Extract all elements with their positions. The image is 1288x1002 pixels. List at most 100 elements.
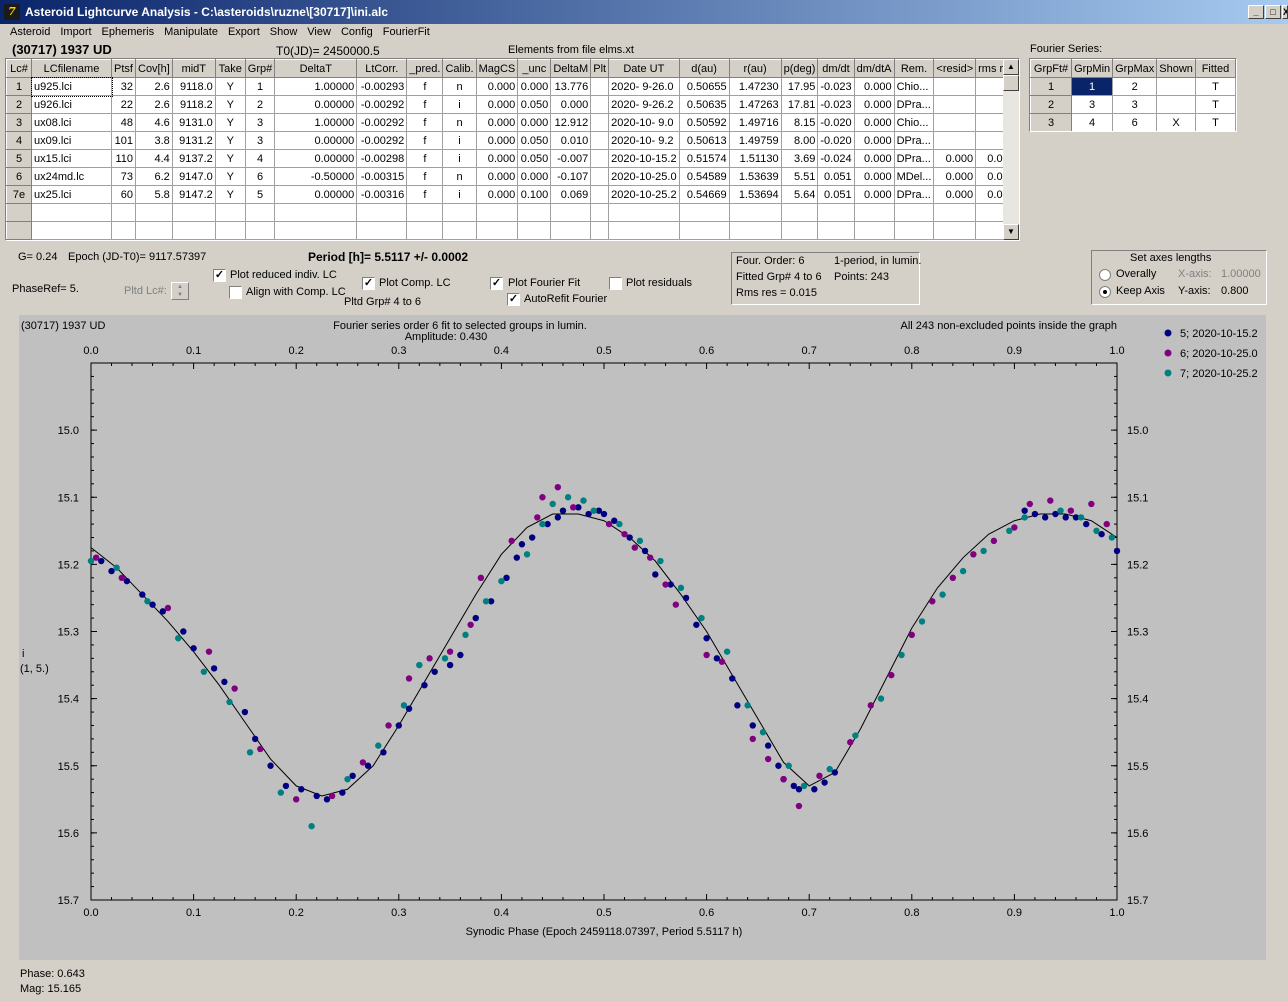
row-header[interactable]: 1 xyxy=(1030,77,1073,96)
table-cell[interactable] xyxy=(31,203,112,222)
row-header[interactable]: 3 xyxy=(1030,113,1073,131)
table-cell[interactable]: 0.000 xyxy=(853,185,895,204)
table-cell[interactable] xyxy=(933,113,977,132)
fourier-col-header[interactable]: Shown xyxy=(1156,59,1196,78)
table-cell[interactable]: 0.000 xyxy=(853,113,895,132)
table-cell[interactable]: 5.8 xyxy=(135,185,173,204)
table-cell[interactable]: 9131.0 xyxy=(171,113,216,132)
table-cell[interactable] xyxy=(853,203,895,222)
table-cell[interactable]: 0.000 xyxy=(475,185,519,204)
table-cell[interactable]: 110 xyxy=(111,149,136,168)
table-cell[interactable] xyxy=(933,77,977,96)
table-cell[interactable]: 0.000 xyxy=(475,77,519,96)
table-cell[interactable] xyxy=(442,203,477,222)
plot-reduced-checkbox[interactable]: ✓ xyxy=(213,269,226,282)
table-cell[interactable]: 73 xyxy=(111,167,136,186)
table-cell[interactable]: 17.95 xyxy=(780,77,819,96)
lc-col-header[interactable]: p(deg) xyxy=(780,59,819,78)
table-cell[interactable]: 9147.0 xyxy=(171,167,216,186)
table-cell[interactable] xyxy=(608,203,680,222)
table-cell[interactable]: 0.051 xyxy=(817,167,855,186)
menu-config[interactable]: Config xyxy=(336,24,378,40)
table-cell[interactable] xyxy=(171,221,216,240)
table-cell[interactable]: ux09.lci xyxy=(31,131,112,150)
keep-axis-radio[interactable] xyxy=(1099,286,1111,298)
table-cell[interactable]: 1.53694 xyxy=(728,185,782,204)
table-cell[interactable]: 1.53639 xyxy=(728,167,782,186)
table-cell[interactable]: 0.010 xyxy=(550,131,592,150)
table-cell[interactable]: ux08.lci xyxy=(31,113,112,132)
table-cell[interactable]: 0.000 xyxy=(933,149,977,168)
table-cell[interactable]: 0.000 xyxy=(475,113,519,132)
table-cell[interactable]: 4.4 xyxy=(135,149,173,168)
table-cell[interactable]: 0.00000 xyxy=(274,95,358,114)
table-cell[interactable]: 0.000 xyxy=(933,185,977,204)
lc-col-header[interactable]: LtCorr. xyxy=(356,59,408,78)
row-header[interactable] xyxy=(6,221,32,240)
row-header[interactable]: 2 xyxy=(1030,95,1073,114)
table-cell[interactable] xyxy=(817,203,855,222)
table-cell[interactable]: T xyxy=(1194,77,1236,96)
menu-import[interactable]: Import xyxy=(55,24,96,40)
autorefit-checkbox[interactable]: ✓ xyxy=(507,293,520,306)
table-cell[interactable]: 1.51130 xyxy=(728,149,782,168)
table-cell[interactable]: 3.8 xyxy=(135,131,173,150)
table-cell[interactable] xyxy=(590,167,610,186)
table-cell[interactable]: 0.50635 xyxy=(678,95,730,114)
table-cell[interactable]: T xyxy=(1194,95,1236,114)
table-cell[interactable] xyxy=(171,203,216,222)
table-cell[interactable] xyxy=(406,221,444,240)
lc-col-header[interactable]: Cov[h] xyxy=(135,59,173,78)
row-header[interactable]: 4 xyxy=(6,131,32,150)
table-cell[interactable]: -0.00292 xyxy=(356,95,408,114)
table-cell[interactable]: 32 xyxy=(111,77,136,96)
table-cell[interactable]: 9118.0 xyxy=(171,77,216,96)
table-cell[interactable]: 0.000 xyxy=(853,131,895,150)
table-cell[interactable]: 0.50592 xyxy=(678,113,730,132)
table-cell[interactable] xyxy=(356,203,408,222)
table-cell[interactable] xyxy=(475,221,519,240)
table-cell[interactable]: ux15.lci xyxy=(31,149,112,168)
table-cell[interactable]: 0.000 xyxy=(475,149,519,168)
table-row[interactable]: 6 ux24md.lc 73 6.2 9147.0 Y 6 -0.50000 -0.00315 f… xyxy=(6,167,1018,186)
row-header[interactable]: 2 xyxy=(6,95,32,114)
table-cell[interactable] xyxy=(274,203,358,222)
table-cell[interactable]: 0.100 xyxy=(517,185,552,204)
table-cell[interactable]: Y xyxy=(214,95,246,114)
row-header[interactable]: 7e xyxy=(6,185,32,204)
table-row[interactable]: 112T xyxy=(1030,77,1236,96)
table-cell[interactable] xyxy=(728,221,782,240)
table-cell[interactable] xyxy=(590,149,610,168)
table-cell[interactable]: 0.50655 xyxy=(678,77,730,96)
table-cell[interactable]: 1.47230 xyxy=(728,77,782,96)
lc-col-header[interactable]: dm/dtA xyxy=(853,59,895,78)
minimize-button[interactable]: _ xyxy=(1248,5,1264,19)
table-cell[interactable]: 0.00000 xyxy=(274,185,358,204)
menu-ephemeris[interactable]: Ephemeris xyxy=(97,24,160,40)
table-cell[interactable]: MDel... xyxy=(893,167,935,186)
plot-residuals-checkbox[interactable] xyxy=(609,277,622,290)
table-cell[interactable] xyxy=(590,185,610,204)
pltd-lc-spinner[interactable]: ▲ ▼ xyxy=(171,282,189,300)
table-cell[interactable]: f xyxy=(406,149,444,168)
table-cell[interactable]: 0.000 xyxy=(853,167,895,186)
table-cell[interactable]: 0.050 xyxy=(517,131,552,150)
table-cell[interactable]: 3 xyxy=(244,131,276,150)
table-cell[interactable]: -0.023 xyxy=(817,77,855,96)
table-cell[interactable]: -0.00298 xyxy=(356,149,408,168)
table-cell[interactable]: 0.54589 xyxy=(678,167,730,186)
table-cell[interactable]: Y xyxy=(214,149,246,168)
lc-col-header[interactable]: Ptsf xyxy=(111,59,136,78)
table-row[interactable]: 346XT xyxy=(1030,113,1236,131)
table-cell[interactable] xyxy=(274,221,358,240)
menu-export[interactable]: Export xyxy=(223,24,265,40)
table-cell[interactable]: 60 xyxy=(111,185,136,204)
table-cell[interactable] xyxy=(244,221,276,240)
table-cell[interactable] xyxy=(590,113,610,132)
close-button[interactable]: X xyxy=(1282,5,1288,19)
table-cell[interactable] xyxy=(933,221,977,240)
row-header[interactable] xyxy=(6,203,32,222)
lc-col-header[interactable]: Rem. xyxy=(893,59,935,78)
table-cell[interactable]: 2020- 9-26.0 xyxy=(608,77,680,96)
table-cell[interactable]: T xyxy=(1194,113,1236,131)
